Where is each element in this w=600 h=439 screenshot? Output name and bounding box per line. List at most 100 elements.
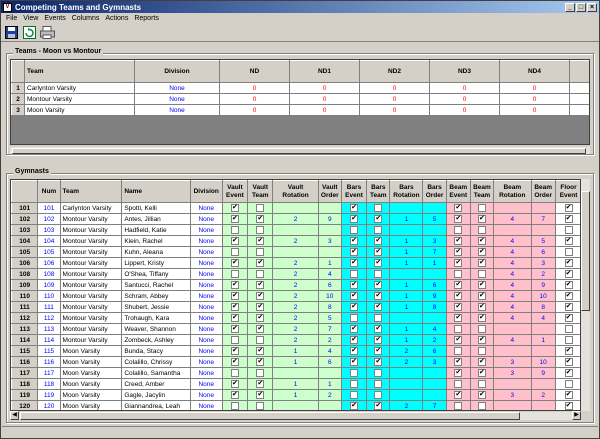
bars-order-cell[interactable] <box>422 378 447 390</box>
name-cell[interactable]: Trohaugh, Kara <box>121 312 191 324</box>
row-header[interactable]: 120 <box>11 400 39 410</box>
name-cell[interactable]: O'Shea, Tiffany <box>121 268 191 280</box>
bars-team-cell[interactable] <box>366 268 391 280</box>
vault-event-cell[interactable] <box>221 400 249 410</box>
row-header[interactable]: 3 <box>11 104 25 116</box>
num-cell[interactable]: 118 <box>37 378 61 390</box>
beam-event-cell[interactable]: ✔ <box>445 312 471 324</box>
bars-order-cell[interactable]: 6 <box>422 345 447 357</box>
vault-rotation-cell[interactable]: 2 <box>272 323 319 335</box>
vault-rotation-cell[interactable]: 2 <box>272 279 319 291</box>
checkbox[interactable]: ✔ <box>350 292 359 300</box>
bars-event-cell[interactable]: ✔ <box>340 400 368 410</box>
bars-event-cell[interactable]: ✔ <box>340 345 368 357</box>
gymnasts-header-6[interactable]: Vault Team <box>247 180 274 203</box>
beam-rotation-cell[interactable]: 3 <box>493 356 532 368</box>
checkbox[interactable]: ✔ <box>256 347 265 355</box>
vault-rotation-cell[interactable]: 2 <box>272 290 319 302</box>
checkbox[interactable]: ✔ <box>477 237 486 245</box>
num-cell[interactable]: 117 <box>37 367 61 379</box>
bars-rotation-cell[interactable]: 1 <box>389 235 424 247</box>
bars-order-cell[interactable]: 7 <box>422 400 447 410</box>
vault-team-cell[interactable]: ✔ <box>247 290 274 302</box>
floor-event-cell[interactable]: ✔ <box>554 312 580 324</box>
checkbox[interactable]: ✔ <box>454 215 463 223</box>
team-cell[interactable]: Montour Varsity <box>59 213 123 225</box>
num-cell[interactable]: 103 <box>37 224 61 236</box>
checkbox[interactable]: ✔ <box>454 358 463 366</box>
beam-event-cell[interactable] <box>445 323 471 335</box>
vault-order-cell[interactable] <box>317 367 342 379</box>
beam-event-cell[interactable] <box>445 345 471 357</box>
teams-header-nd4[interactable]: ND4 <box>499 60 570 83</box>
name-cell[interactable]: Klein, Rachel <box>121 235 191 247</box>
team-cell[interactable]: Montour Varsity <box>59 257 123 269</box>
floor-event-cell[interactable]: ✔ <box>554 389 580 401</box>
bars-order-cell[interactable]: 8 <box>422 301 447 313</box>
teams-header-team[interactable]: Team <box>24 60 135 83</box>
checkbox[interactable]: ✔ <box>374 303 383 311</box>
bars-rotation-cell[interactable]: 2 <box>389 356 424 368</box>
name-cell[interactable]: Lippert, Kristy <box>121 257 191 269</box>
beam-team-cell[interactable]: ✔ <box>469 257 495 269</box>
checkbox[interactable]: ✔ <box>256 380 265 388</box>
num-cell[interactable]: 114 <box>37 334 61 346</box>
row-header[interactable]: 116 <box>11 356 39 368</box>
bars-order-cell[interactable]: 1 <box>422 257 447 269</box>
num-cell[interactable]: 113 <box>37 323 61 335</box>
row-header[interactable]: 115 <box>11 345 39 357</box>
bars-team-cell[interactable] <box>366 378 391 390</box>
checkbox[interactable] <box>454 402 463 410</box>
division-cell[interactable]: None <box>134 104 220 116</box>
table-row[interactable]: 1 Carlynton Varsity None 0 0 0 0 0 <box>11 82 589 94</box>
gymnasts-horizontal-scrollbar[interactable]: ◀ ▶ <box>10 411 581 420</box>
checkbox[interactable] <box>230 336 239 344</box>
team-cell[interactable]: Montour Varsity <box>59 334 123 346</box>
row-header[interactable]: 119 <box>11 389 39 401</box>
table-row[interactable]: 108 108 Montour Varsity O'Shea, Tiffany None… <box>11 268 580 280</box>
name-cell[interactable]: Schram, Abbey <box>121 290 191 302</box>
checkbox[interactable]: ✔ <box>230 314 239 322</box>
division-cell[interactable]: None <box>189 356 223 368</box>
beam-event-cell[interactable]: ✔ <box>445 367 471 379</box>
vault-team-cell[interactable]: ✔ <box>247 312 274 324</box>
checkbox[interactable]: ✔ <box>230 325 239 333</box>
vault-order-cell[interactable]: 9 <box>317 213 342 225</box>
checkbox[interactable] <box>374 204 383 212</box>
vault-rotation-cell[interactable]: 1 <box>272 389 319 401</box>
vault-event-cell[interactable]: ✔ <box>221 323 249 335</box>
checkbox[interactable]: ✔ <box>564 303 573 311</box>
bars-team-cell[interactable] <box>366 202 391 214</box>
bars-rotation-cell[interactable]: 1 <box>389 301 424 313</box>
name-cell[interactable]: Santucci, Rachel <box>121 279 191 291</box>
beam-team-cell[interactable] <box>469 268 495 280</box>
bars-event-cell[interactable] <box>340 378 368 390</box>
vault-team-cell[interactable] <box>247 367 274 379</box>
vault-event-cell[interactable]: ✔ <box>221 312 249 324</box>
vault-team-cell[interactable] <box>247 268 274 280</box>
checkbox[interactable]: ✔ <box>477 314 486 322</box>
vault-team-cell[interactable]: ✔ <box>247 378 274 390</box>
division-cell[interactable]: None <box>189 378 223 390</box>
beam-rotation-cell[interactable]: 4 <box>493 246 532 258</box>
floor-event-cell[interactable]: ✔ <box>554 290 580 302</box>
table-row[interactable]: 104 104 Montour Varsity Klein, Rachel None ✔ ✔… <box>11 235 580 247</box>
bars-rotation-cell[interactable] <box>389 367 424 379</box>
name-cell[interactable]: Spotti, Kelli <box>121 202 191 214</box>
row-header[interactable]: 106 <box>11 257 39 269</box>
checkbox[interactable]: ✔ <box>350 402 359 410</box>
maximize-button[interactable]: □ <box>576 2 586 12</box>
beam-event-cell[interactable]: ✔ <box>445 213 471 225</box>
vault-rotation-cell[interactable] <box>272 246 319 258</box>
bars-team-cell[interactable]: ✔ <box>366 246 391 258</box>
bars-rotation-cell[interactable]: 1 <box>389 290 424 302</box>
minimize-button[interactable]: _ <box>565 2 575 12</box>
menu-actions[interactable]: Actions <box>102 15 131 22</box>
bars-order-cell[interactable]: 7 <box>422 246 447 258</box>
bars-order-cell[interactable]: 4 <box>422 323 447 335</box>
vault-team-cell[interactable]: ✔ <box>247 301 274 313</box>
vault-team-cell[interactable]: ✔ <box>247 389 274 401</box>
gymnasts-header-14[interactable]: Beam Team <box>469 180 495 203</box>
checkbox[interactable] <box>374 391 383 399</box>
vault-rotation-cell[interactable] <box>272 367 319 379</box>
